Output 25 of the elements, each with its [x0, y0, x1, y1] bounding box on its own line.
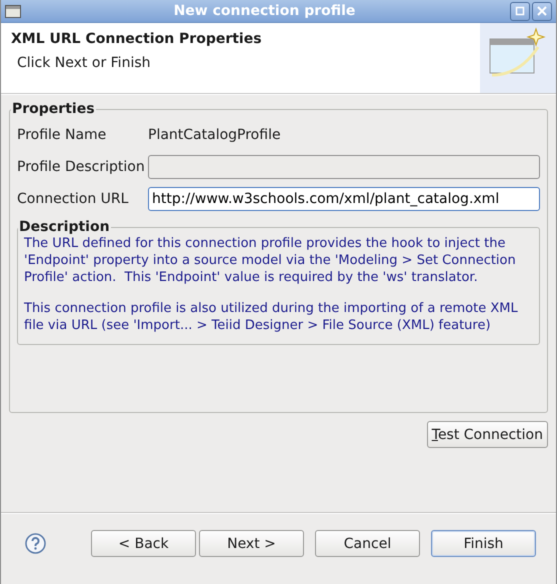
test-connection-button[interactable]: Test Connection: [426, 421, 548, 448]
window-icon: [5, 4, 21, 18]
wizard-button[interactable]: Finish: [431, 530, 536, 557]
input-field[interactable]: [148, 155, 540, 179]
wizard-button[interactable]: < Back: [91, 530, 196, 557]
group-title: Description: [18, 219, 111, 235]
maximize-button[interactable]: [510, 2, 530, 20]
field-label: Profile Name: [17, 127, 108, 143]
wizard-button[interactable]: Cancel: [315, 530, 420, 557]
wizard-button[interactable]: Next >: [199, 530, 304, 557]
page-title: XML URL Connection Properties: [11, 31, 263, 47]
maximize-icon: [515, 6, 525, 16]
window-title: New connection profile: [172, 3, 356, 19]
field-label: Profile Description: [17, 159, 146, 175]
input-field[interactable]: http://www.w3schools.com/xml/plant_catalog.xml: [148, 187, 540, 211]
field-value: PlantCatalogProfile: [148, 127, 281, 143]
description-text: This connection profile is also utilized during the importing of a remote XML file via URL (see 'Import... > Teiid Designer > File Source (XML) feature): [24, 300, 519, 334]
page-subtitle: Click Next or Finish: [16, 55, 152, 71]
description-text: The URL defined for this connection profile provides the hook to inject the 'Endpoint' property into a source model via the 'Modeling > Set Connection Profile' action. This 'Endpoint' value is required by the 'ws' translator.: [24, 235, 517, 286]
field-label: Connection URL: [17, 191, 130, 207]
close-icon: [537, 6, 547, 16]
wizard-banner-icon: [480, 23, 556, 93]
close-button[interactable]: [532, 2, 552, 20]
group-title: Properties: [11, 101, 96, 117]
help-icon[interactable]: [25, 533, 46, 554]
